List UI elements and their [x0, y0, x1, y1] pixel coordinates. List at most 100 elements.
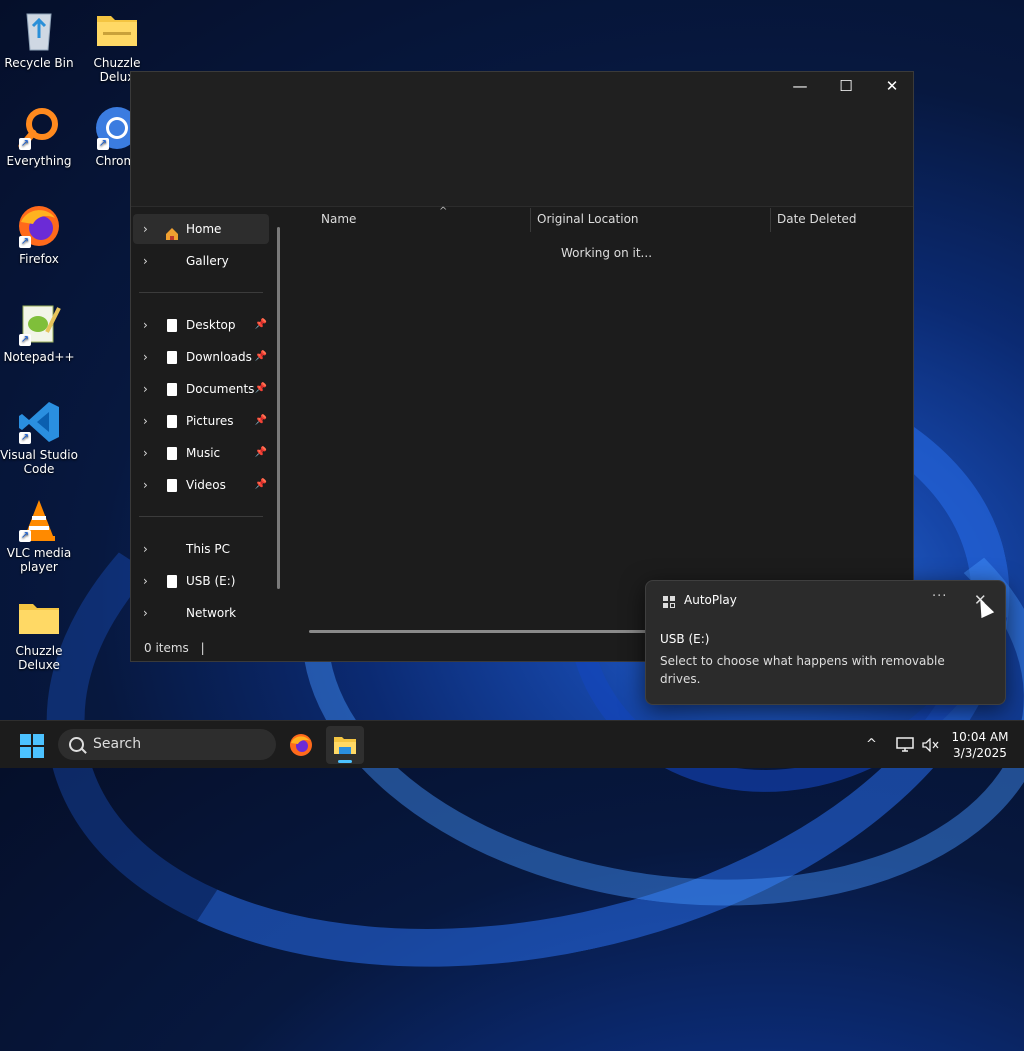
sidebar-item-home[interactable]: › Home — [133, 214, 269, 244]
sidebar-divider — [139, 292, 263, 293]
close-window-button[interactable]: ✕ — [869, 72, 915, 100]
sidebar-item-label: Documents — [186, 382, 255, 396]
content-pane[interactable]: Name ^ Original Location Date Deleted Wo… — [289, 206, 913, 636]
sidebar-item-desktop[interactable]: › Desktop 📌 — [133, 310, 269, 340]
sidebar-item-label: Music — [186, 446, 221, 460]
desktop-icon-label: Visual Studio Code — [0, 448, 78, 476]
sidebar-item-videos[interactable]: › Videos 📌 — [133, 470, 269, 500]
sidebar-item-music[interactable]: › Music 📌 — [133, 438, 269, 468]
shortcut-arrow-icon: ↗ — [19, 334, 31, 346]
search-icon — [69, 737, 84, 752]
navigation-pane: › Home › Gallery › Desktop 📌 › Downloads… — [131, 208, 281, 636]
minimize-icon: — — [792, 77, 808, 95]
pin-icon: 📌 — [254, 351, 267, 362]
taskbar-firefox[interactable] — [282, 726, 320, 764]
loading-message: Working on it... — [561, 246, 653, 260]
sidebar-item-label: Network — [186, 606, 237, 620]
pin-icon: 📌 — [254, 319, 267, 330]
column-header-label: Name — [321, 212, 357, 226]
desktop-icon-label: VLC media player — [6, 546, 72, 574]
shortcut-arrow-icon: ↗ — [19, 236, 31, 248]
pin-icon: 📌 — [254, 479, 267, 490]
volume-muted-icon[interactable] — [922, 721, 940, 769]
document-icon — [165, 382, 179, 396]
taskbar: Search ^ 10:04 AM 3/3/2025 — [0, 720, 1024, 768]
autoplay-icon — [663, 596, 675, 608]
desktop-icon-vscode[interactable]: ↗ Visual Studio Code — [0, 400, 78, 476]
sidebar-item-this-pc[interactable]: › This PC — [133, 534, 269, 564]
sidebar-item-network[interactable]: › Network — [133, 598, 269, 628]
sidebar-item-label: Videos — [186, 478, 226, 492]
desktop-icon-chuzzle-deluxe[interactable]: Chuzzle Deluxe — [0, 596, 78, 672]
clock-time: 10:04 AM — [951, 730, 1009, 744]
column-header-name[interactable]: Name ^ — [313, 206, 533, 230]
show-hidden-icons-button[interactable]: ^ — [866, 721, 877, 769]
close-icon: ✕ — [885, 77, 899, 95]
chevron-right-icon[interactable]: › — [143, 406, 155, 436]
sidebar-item-label: USB (E:) — [186, 574, 236, 588]
title-bar[interactable]: — ☐ ✕ — [131, 72, 913, 207]
shortcut-arrow-icon: ↗ — [19, 138, 31, 150]
network-icon[interactable] — [896, 721, 914, 769]
column-header-date-deleted[interactable]: Date Deleted — [769, 208, 917, 230]
sidebar-item-pictures[interactable]: › Pictures 📌 — [133, 406, 269, 436]
chevron-right-icon[interactable]: › — [143, 534, 155, 564]
sidebar-item-usb-drive[interactable]: › USB (E:) — [133, 566, 269, 596]
search-label: Search — [93, 736, 142, 752]
shortcut-arrow-icon: ↗ — [19, 432, 31, 444]
recycle-bin-icon — [17, 8, 61, 52]
start-button[interactable] — [20, 734, 44, 758]
sidebar-item-label: This PC — [186, 542, 230, 556]
desktop-icon-recycle-bin[interactable]: Recycle Bin — [0, 8, 78, 70]
desktop-icon-firefox[interactable]: ↗ Firefox — [0, 204, 78, 266]
desktop-icon-label: Chuzzle Deluxe — [15, 644, 63, 672]
notification-body[interactable]: Select to choose what happens with remov… — [660, 652, 980, 688]
status-separator: | — [200, 641, 205, 655]
taskbar-search[interactable]: Search — [58, 729, 276, 760]
chevron-right-icon[interactable]: › — [143, 310, 155, 340]
clock-date: 3/3/2025 — [953, 746, 1007, 760]
desktop-icon-everything[interactable]: ↗ Everything — [0, 106, 78, 168]
taskbar-file-explorer[interactable] — [326, 726, 364, 764]
desktop-icon-label: Recycle Bin — [4, 56, 74, 70]
folder-icon — [95, 8, 139, 52]
document-icon — [165, 414, 179, 428]
desktop-icon-vlc[interactable]: ↗ VLC media player — [0, 498, 78, 574]
everything-icon: ↗ — [17, 106, 61, 150]
sidebar-item-label: Gallery — [186, 254, 229, 268]
desktop-icon-label: Notepad++ — [3, 350, 75, 364]
desktop-icon-label: Firefox — [19, 252, 59, 266]
sidebar-scrollbar[interactable] — [277, 227, 280, 589]
desktop-icon-notepadpp[interactable]: ↗ Notepad++ — [0, 302, 78, 364]
chevron-right-icon[interactable]: › — [143, 214, 155, 244]
desktop-icon-label: Everything — [6, 154, 72, 168]
shortcut-arrow-icon: ↗ — [97, 138, 109, 150]
chevron-right-icon[interactable]: › — [143, 566, 155, 596]
chevron-right-icon[interactable]: › — [143, 598, 155, 628]
clock[interactable]: 10:04 AM 3/3/2025 — [946, 729, 1014, 761]
chevron-up-icon: ^ — [866, 737, 877, 752]
sidebar-item-downloads[interactable]: › Downloads 📌 — [133, 342, 269, 372]
autoplay-notification[interactable]: AutoPlay ··· ✕ USB (E:) Select to choose… — [645, 580, 1006, 705]
shortcut-arrow-icon: ↗ — [19, 530, 31, 542]
notification-app-name: AutoPlay — [684, 593, 737, 607]
folder-icon — [17, 596, 61, 640]
minimize-button[interactable]: — — [777, 72, 823, 100]
sidebar-item-label: Downloads — [186, 350, 252, 364]
notification-title: USB (E:) — [660, 632, 710, 646]
chevron-right-icon[interactable]: › — [143, 374, 155, 404]
pin-icon: 📌 — [254, 383, 267, 394]
chevron-right-icon[interactable]: › — [143, 438, 155, 468]
sidebar-item-documents[interactable]: › Documents 📌 — [133, 374, 269, 404]
document-icon — [165, 478, 179, 492]
maximize-button[interactable]: ☐ — [823, 72, 869, 100]
column-header-label: Date Deleted — [777, 212, 857, 226]
chevron-right-icon[interactable]: › — [143, 342, 155, 372]
sidebar-item-gallery[interactable]: › Gallery — [133, 246, 269, 276]
column-header-original-location[interactable]: Original Location — [529, 208, 767, 230]
chevron-right-icon[interactable]: › — [143, 246, 155, 276]
chevron-right-icon[interactable]: › — [143, 470, 155, 500]
more-options-button[interactable]: ··· — [932, 589, 947, 604]
file-explorer-window[interactable]: — ☐ ✕ › Home › Gallery › Desktop 📌 › Dow… — [130, 71, 914, 662]
notepadpp-icon: ↗ — [17, 302, 61, 346]
